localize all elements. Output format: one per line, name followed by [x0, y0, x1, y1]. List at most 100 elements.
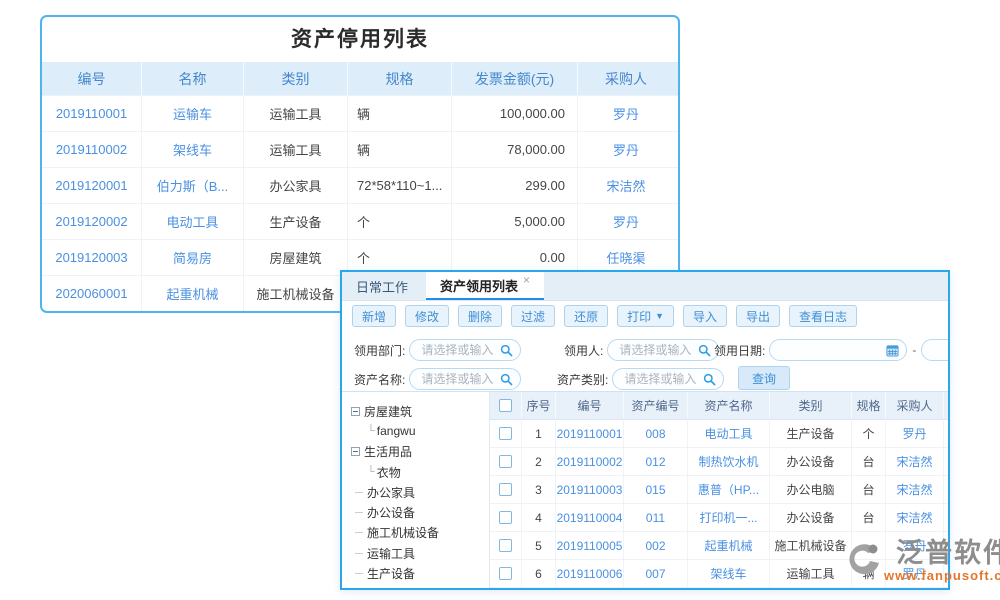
cell-link[interactable]: 2019110001	[556, 420, 624, 447]
stop-list-header-row: 编号名称类别规格发票金额(元)采购人	[42, 62, 678, 95]
cell-link[interactable]: 电动工具	[688, 420, 770, 447]
search-icon[interactable]	[500, 344, 513, 357]
toolbar-button-打印[interactable]: 打印▼	[617, 305, 674, 327]
row-checkbox[interactable]	[499, 539, 512, 552]
cell-link[interactable]: 宋洁然	[578, 168, 674, 203]
column-header: 类别	[770, 392, 852, 419]
cell-link[interactable]: 罗丹	[578, 132, 674, 167]
tree-tick-icon	[355, 492, 363, 493]
row-checkbox[interactable]	[499, 567, 512, 580]
asset-cat-input[interactable]	[622, 369, 704, 389]
cell-link[interactable]: 2019110004	[556, 504, 624, 531]
cell-link[interactable]: 伯力斯（B...	[142, 168, 244, 203]
tree-item-办公家具[interactable]: 办公家具	[342, 482, 489, 502]
row-checkbox[interactable]	[499, 427, 512, 440]
date-range-separator: -	[912, 343, 916, 357]
search-icon[interactable]	[703, 373, 716, 386]
cell-link[interactable]: 罗丹	[578, 204, 674, 239]
cell-link[interactable]: 2019120003	[42, 240, 142, 275]
cell-link[interactable]: 011	[624, 504, 688, 531]
column-header: 采购人	[886, 392, 944, 419]
cell-link[interactable]: 002	[624, 532, 688, 559]
asset-stop-list-window: 资产停用列表 编号名称类别规格发票金额(元)采购人 2019110001运输车运…	[40, 15, 680, 313]
cell-link[interactable]: 惠普（HP...	[688, 476, 770, 503]
cell-link[interactable]: 宋洁然	[886, 448, 944, 475]
cell-link[interactable]: 宋洁然	[886, 476, 944, 503]
cell: 299.00	[452, 168, 578, 203]
watermark-brand: 泛普软件	[896, 538, 1000, 568]
cell-link[interactable]: 2020060001	[42, 276, 142, 311]
toolbar-button-查看日志[interactable]: 查看日志	[789, 305, 857, 327]
collapse-icon[interactable]	[351, 447, 360, 456]
dept-input[interactable]	[419, 340, 501, 360]
watermark: 泛普软件 www.fanpusoft.com	[846, 538, 1000, 583]
cell: 5,000.00	[452, 204, 578, 239]
cell-link[interactable]: 宋洁然	[886, 504, 944, 531]
cell-link[interactable]: 2019120002	[42, 204, 142, 239]
tree-item-label: 运输工具	[367, 545, 415, 562]
row-checkbox[interactable]	[499, 483, 512, 496]
tab-daily-work[interactable]: 日常工作	[342, 272, 422, 300]
cell-link[interactable]: 007	[624, 560, 688, 587]
toolbar-button-导出[interactable]: 导出	[736, 305, 780, 327]
close-icon[interactable]: ×	[523, 273, 530, 287]
cell-link[interactable]: 简易房	[142, 240, 244, 275]
cell: 3	[522, 476, 556, 503]
tree-item-房屋建筑[interactable]: 房屋建筑	[342, 401, 489, 421]
toolbar-button-修改[interactable]: 修改	[405, 305, 449, 327]
cell-link[interactable]: 打印机一...	[688, 504, 770, 531]
select-all-checkbox[interactable]	[499, 399, 512, 412]
tree-item-施工机械设备[interactable]: 施工机械设备	[342, 523, 489, 543]
toolbar-button-过滤[interactable]: 过滤	[511, 305, 555, 327]
cell-link[interactable]: 罗丹	[578, 96, 674, 131]
asset-name-input[interactable]	[419, 369, 501, 389]
query-button[interactable]: 查询	[738, 366, 790, 390]
column-header: 资产编号	[624, 392, 688, 419]
cell-link[interactable]: 运输车	[142, 96, 244, 131]
toolbar-button-新增[interactable]: 新增	[352, 305, 396, 327]
cell-link[interactable]: 015	[624, 476, 688, 503]
cell-link[interactable]: 2019110005	[556, 532, 624, 559]
checkbox-cell	[490, 448, 522, 475]
tree-tick-icon	[355, 553, 363, 554]
cell-link[interactable]: 起重机械	[688, 532, 770, 559]
tree-item-生产设备[interactable]: 生产设备	[342, 563, 489, 583]
cell-link[interactable]: 罗丹	[886, 420, 944, 447]
collapse-icon[interactable]	[351, 407, 360, 416]
tree-item-生活用品[interactable]: 生活用品	[342, 442, 489, 462]
tree-item-衣物[interactable]: └衣物	[342, 462, 489, 482]
cell-link[interactable]: 2019110006	[556, 560, 624, 587]
toolbar-button-导入[interactable]: 导入	[683, 305, 727, 327]
date-from-input[interactable]	[779, 340, 887, 360]
cell-link[interactable]: 制热饮水机	[688, 448, 770, 475]
search-icon[interactable]	[698, 344, 711, 357]
cell-link[interactable]: 起重机械	[142, 276, 244, 311]
cell-link[interactable]: 2019110003	[556, 476, 624, 503]
cell-link[interactable]: 2019110001	[42, 96, 142, 131]
tab-asset-requisition-list[interactable]: 资产领用列表 ×	[426, 272, 544, 300]
row-checkbox[interactable]	[499, 455, 512, 468]
column-header: 编号	[556, 392, 624, 419]
cell-link[interactable]: 2019110002	[556, 448, 624, 475]
dept-label: 领用部门:	[354, 342, 405, 359]
cell-link[interactable]: 008	[624, 420, 688, 447]
toolbar: 新增修改删除过滤还原打印▼ 导入导出查看日志	[342, 301, 948, 331]
toolbar-button-还原[interactable]: 还原	[564, 305, 608, 327]
cell-link[interactable]: 电动工具	[142, 204, 244, 239]
cell-link[interactable]: 架线车	[688, 560, 770, 587]
tree-item-运输工具[interactable]: 运输工具	[342, 543, 489, 563]
cell-link[interactable]: 012	[624, 448, 688, 475]
date-from-wrap	[769, 339, 907, 361]
row-checkbox[interactable]	[499, 511, 512, 524]
tree-item-fangwu[interactable]: └fangwu	[342, 421, 489, 441]
calendar-icon[interactable]	[886, 344, 899, 357]
cell-link[interactable]: 架线车	[142, 132, 244, 167]
cell-link[interactable]: 2019110002	[42, 132, 142, 167]
user-input[interactable]	[617, 340, 699, 360]
toolbar-button-删除[interactable]: 删除	[458, 305, 502, 327]
cell-link[interactable]: 2019120001	[42, 168, 142, 203]
tree-item-办公设备[interactable]: 办公设备	[342, 502, 489, 522]
date-to-input[interactable]	[931, 340, 950, 360]
search-icon[interactable]	[500, 373, 513, 386]
table-row: 12019110001008电动工具生产设备个罗丹	[490, 420, 948, 448]
